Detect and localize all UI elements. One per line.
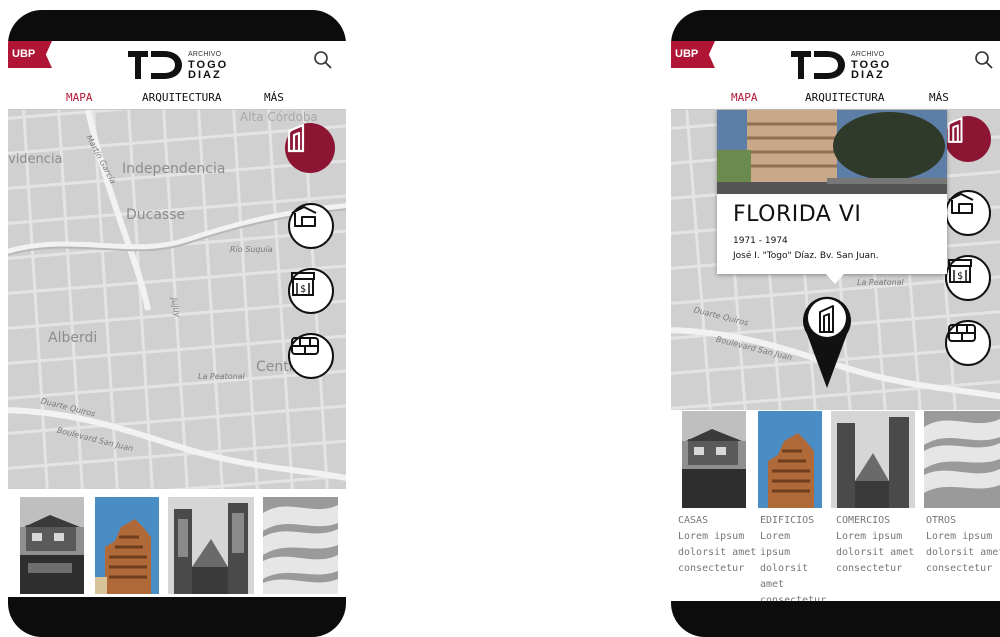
storefront-icon: $ <box>291 272 315 296</box>
search-icon[interactable] <box>973 49 995 71</box>
ubp-badge[interactable]: UBP <box>671 41 715 68</box>
main-nav: MAPA ARQUITECTURA MÁS <box>671 87 1000 110</box>
phone-screen: UBP ARCHIVO TOGO DIAZ MAPA ARQUITECTURA <box>671 41 1000 601</box>
logo-wordmark: ARCHIVO TOGO DIAZ <box>851 50 891 81</box>
nav-tab-mapa[interactable]: MAPA <box>66 91 93 104</box>
category-otros-button[interactable] <box>945 320 991 366</box>
phone-mockup-map: UBP ARCHIVO TOGO DIAZ MAPA ARQUITECTURA <box>8 10 346 637</box>
house-icon <box>291 206 317 227</box>
thumb-comercios[interactable] <box>831 411 915 508</box>
thumb-edificios[interactable] <box>95 497 159 594</box>
search-icon[interactable] <box>312 49 334 71</box>
nav-tab-mapa[interactable]: MAPA <box>731 91 758 104</box>
thumb-casas[interactable] <box>20 497 84 594</box>
svg-text:$: $ <box>300 284 306 295</box>
caption-casas-title: CASAS <box>678 515 709 526</box>
logo-wordmark: ARCHIVO TOGO DIAZ <box>188 50 228 81</box>
caption-comercios-text: Lorem ipsum dolorsit amet consectetur <box>836 531 915 574</box>
nav-tab-mas[interactable]: MÁS <box>264 91 284 104</box>
house-icon <box>948 193 974 214</box>
brick-wall-icon <box>291 337 319 355</box>
nav-tab-mas[interactable]: MÁS <box>929 91 949 104</box>
nav-tab-arquitectura[interactable]: ARQUITECTURA <box>142 91 221 104</box>
building-title: FLORIDA VI <box>733 202 862 227</box>
building-photo <box>717 110 947 194</box>
caption-casas-text: Lorem ipsum dolorsit amet consectetur <box>678 531 757 574</box>
thumb-otros[interactable] <box>263 497 338 594</box>
map-label-independencia: Independencia <box>122 161 226 177</box>
category-casas-button[interactable] <box>945 190 991 236</box>
map-label-ducasse: Ducasse <box>126 207 186 223</box>
caption-edificios-title: EDIFICIOS <box>760 515 815 526</box>
ubp-badge[interactable]: UBP <box>8 41 52 68</box>
category-edificios-button[interactable] <box>285 123 335 173</box>
brick-wall-icon <box>948 324 976 342</box>
popup-pointer <box>825 273 845 284</box>
td-logo-mark <box>791 51 845 79</box>
category-otros-button[interactable] <box>288 333 334 379</box>
phone-mockup-detail: UBP ARCHIVO TOGO DIAZ MAPA ARQUITECTURA <box>671 10 1000 637</box>
thumb-comercios[interactable] <box>168 497 254 594</box>
category-edificios-button[interactable] <box>945 116 991 162</box>
map-label-la-peatonal: La Peatonal <box>857 278 904 287</box>
app-header: UBP ARCHIVO TOGO DIAZ <box>671 41 1000 87</box>
building-credit: José I. "Togo" Díaz. Bv. San Juan. <box>733 251 879 261</box>
logo-diaz: DIAZ <box>851 69 885 81</box>
nav-tab-arquitectura[interactable]: ARQUITECTURA <box>805 91 884 104</box>
category-comercios-button[interactable]: $ <box>288 268 334 314</box>
map-label-la-peatonal: La Peatonal <box>198 372 245 381</box>
map-label-alta-cordoba: Alta Córdoba <box>240 110 318 124</box>
thumb-casas[interactable] <box>682 411 746 508</box>
thumb-edificios[interactable] <box>758 411 822 508</box>
building-info-popup[interactable]: FLORIDA VI 1971 - 1974 José I. "Togo" Dí… <box>717 110 947 274</box>
map-pin-icon[interactable] <box>799 290 855 390</box>
caption-edificios-text: Lorem ipsum dolorsit amet consectetur <box>760 531 827 601</box>
map-label-rio-suquia: Río Suquía <box>230 245 273 254</box>
archivo-togo-diaz-logo[interactable]: ARCHIVO TOGO DIAZ <box>126 49 228 81</box>
building-icon <box>287 123 305 153</box>
logo-diaz: DIAZ <box>188 69 222 81</box>
caption-comercios-title: COMERCIOS <box>836 515 891 526</box>
city-map[interactable]: Alta Córdoba videncia Independencia Mart… <box>8 110 346 489</box>
storefront-icon: $ <box>948 259 972 283</box>
category-thumbnail-strip: CASAS Lorem ipsum dolorsit amet consecte… <box>671 411 1000 601</box>
map-label-alberdi: Alberdi <box>48 330 98 346</box>
thumb-otros[interactable] <box>924 411 1000 508</box>
app-header: UBP ARCHIVO TOGO DIAZ <box>8 41 346 87</box>
caption-otros-title: OTROS <box>926 515 957 526</box>
category-comercios-button[interactable]: $ <box>945 255 991 301</box>
archivo-togo-diaz-logo[interactable]: ARCHIVO TOGO DIAZ <box>789 49 891 81</box>
caption-otros-text: Lorem ipsum dolorsit amet consectetur <box>926 531 1000 574</box>
building-icon <box>947 117 963 143</box>
main-nav: MAPA ARQUITECTURA MÁS <box>8 87 346 110</box>
thumbnail-strip <box>8 491 346 597</box>
category-casas-button[interactable] <box>288 203 334 249</box>
map-label-providencia: videncia <box>8 152 63 167</box>
td-logo-mark <box>128 51 182 79</box>
phone-screen: UBP ARCHIVO TOGO DIAZ MAPA ARQUITECTURA <box>8 41 346 597</box>
svg-text:$: $ <box>957 271 963 282</box>
building-years: 1971 - 1974 <box>733 236 788 246</box>
